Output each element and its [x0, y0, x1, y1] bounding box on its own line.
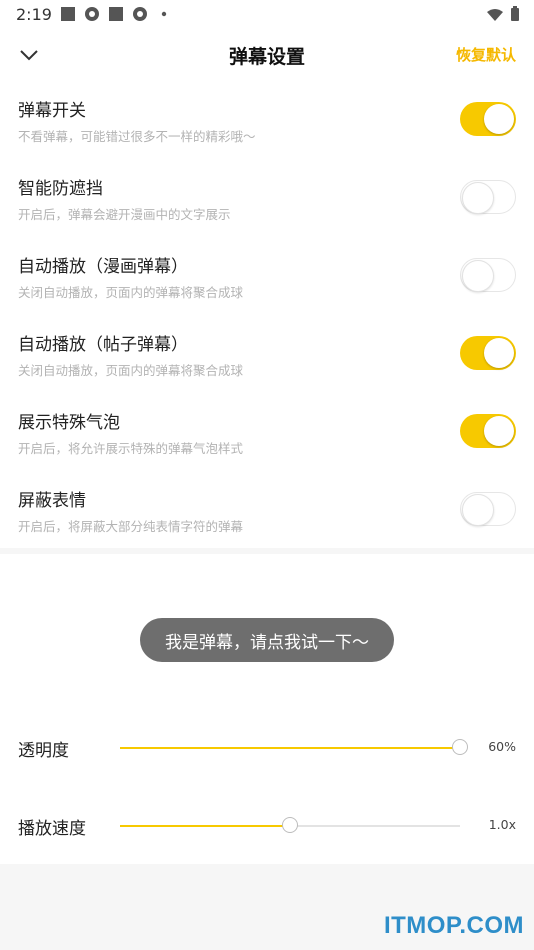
toggle-knob — [462, 493, 494, 526]
slider-value: 60% — [488, 739, 516, 754]
slider-thumb[interactable] — [282, 817, 298, 833]
toggle-knob — [462, 181, 494, 214]
setting-row-danmaku-switch: 弹幕开关 不看弹幕，可能错过很多不一样的精彩哦～ — [0, 82, 534, 160]
toggle-switch[interactable] — [460, 102, 516, 136]
slider-row-opacity: 透明度 60% — [0, 728, 534, 768]
toggle-switch[interactable] — [460, 258, 516, 292]
setting-row-autoplay-comic: 自动播放（漫画弹幕） 关闭自动播放，页面内的弹幕将聚合成球 — [0, 238, 534, 316]
toggle-switch[interactable] — [460, 492, 516, 526]
notification-aperture-icon — [132, 6, 148, 22]
slider-label: 播放速度 — [18, 819, 86, 839]
notification-square-icon — [60, 6, 76, 22]
toggle-knob — [462, 259, 494, 292]
toggle-switch[interactable] — [460, 336, 516, 370]
slider-track[interactable] — [120, 817, 460, 833]
page-title: 弹幕设置 — [228, 45, 305, 68]
chevron-down-icon[interactable] — [18, 44, 40, 66]
wifi-icon — [486, 7, 504, 26]
notification-square-icon — [108, 6, 124, 22]
setting-description: 开启后，将屏蔽大部分纯表情字符的弹幕 — [18, 519, 244, 534]
setting-label: 智能防遮挡 — [18, 179, 103, 199]
slider-value: 1.0x — [488, 817, 516, 832]
slider-label: 透明度 — [18, 741, 69, 761]
slider-fill — [120, 825, 290, 827]
settings-list: 弹幕开关 不看弹幕，可能错过很多不一样的精彩哦～ 智能防遮挡 开启后，弹幕会避开… — [0, 82, 534, 548]
status-bar: 2:19 — [0, 0, 534, 28]
setting-row-block-emoji: 屏蔽表情 开启后，将屏蔽大部分纯表情字符的弹幕 — [0, 472, 534, 550]
slider-row-speed: 播放速度 1.0x — [0, 806, 534, 846]
notification-aperture-icon — [84, 6, 100, 22]
setting-row-autoplay-post: 自动播放（帖子弹幕） 关闭自动播放，页面内的弹幕将聚合成球 — [0, 316, 534, 394]
toggle-knob — [484, 104, 514, 134]
setting-label: 屏蔽表情 — [18, 491, 86, 511]
danmaku-preview-panel: 我是弹幕，请点我试一下～ 透明度 60% 播放速度 1.0x — [0, 554, 534, 864]
restore-defaults-button[interactable]: 恢复默认 — [456, 44, 516, 65]
slider-track[interactable] — [120, 739, 468, 755]
toggle-switch[interactable] — [460, 180, 516, 214]
setting-description: 开启后，弹幕会避开漫画中的文字展示 — [18, 207, 231, 222]
app-bar: 弹幕设置 恢复默认 — [0, 28, 534, 82]
setting-description: 关闭自动播放，页面内的弹幕将聚合成球 — [18, 285, 244, 300]
danmaku-preview-bubble[interactable]: 我是弹幕，请点我试一下～ — [140, 618, 394, 662]
setting-description: 不看弹幕，可能错过很多不一样的精彩哦～ — [18, 129, 256, 144]
notification-dot-icon — [156, 6, 172, 22]
setting-row-special-bubble: 展示特殊气泡 开启后，将允许展示特殊的弹幕气泡样式 — [0, 394, 534, 472]
slider-thumb[interactable] — [452, 739, 468, 755]
setting-label: 展示特殊气泡 — [18, 413, 120, 433]
toggle-knob — [484, 338, 514, 368]
toggle-knob — [484, 416, 514, 446]
setting-row-smart-anti-block: 智能防遮挡 开启后，弹幕会避开漫画中的文字展示 — [0, 160, 534, 238]
setting-description: 关闭自动播放，页面内的弹幕将聚合成球 — [18, 363, 244, 378]
battery-icon — [510, 6, 520, 26]
status-right-icons — [486, 6, 520, 26]
status-time: 2:19 — [16, 4, 52, 24]
setting-description: 开启后，将允许展示特殊的弹幕气泡样式 — [18, 441, 244, 456]
setting-label: 自动播放（漫画弹幕） — [18, 257, 188, 277]
toggle-switch[interactable] — [460, 414, 516, 448]
watermark: ITMOP.COM — [383, 912, 524, 939]
slider-fill — [120, 747, 460, 749]
setting-label: 自动播放（帖子弹幕） — [18, 335, 188, 355]
setting-label: 弹幕开关 — [18, 101, 86, 121]
